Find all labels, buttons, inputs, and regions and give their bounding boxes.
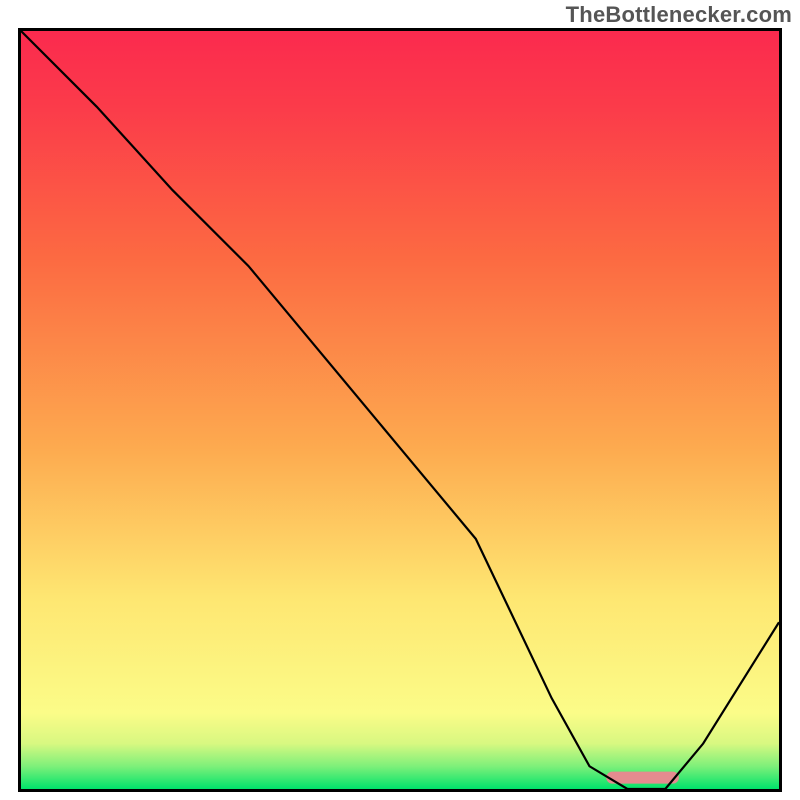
chart-overlay (21, 31, 779, 789)
chart-frame (18, 28, 782, 792)
watermark-text: TheBottlenecker.com (566, 2, 792, 28)
chart-container: TheBottlenecker.com (0, 0, 800, 800)
bottleneck-curve (21, 31, 779, 789)
